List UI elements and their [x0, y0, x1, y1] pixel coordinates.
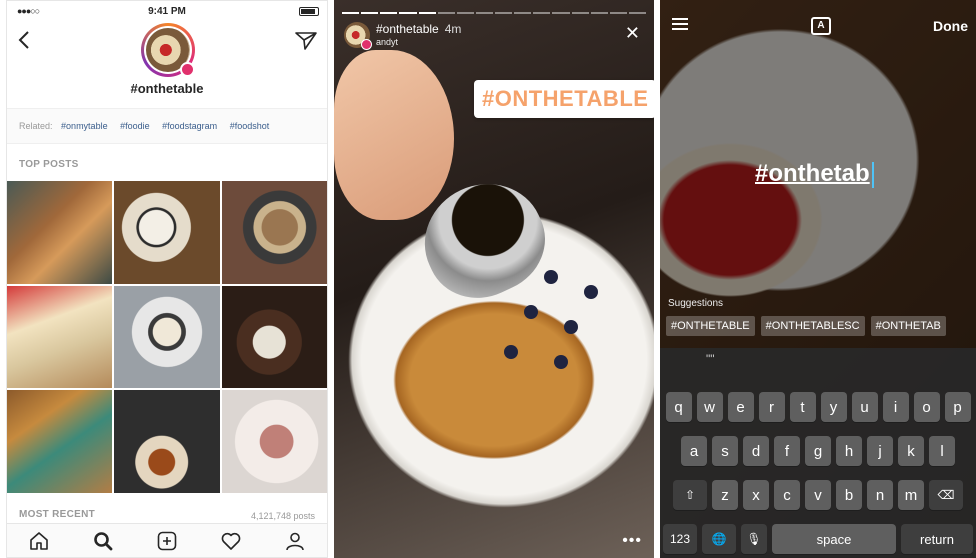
suggestion-chip[interactable]: #ONTHETABLE — [666, 316, 755, 336]
key[interactable]: r — [758, 392, 785, 422]
key[interactable]: t — [789, 392, 816, 422]
home-icon[interactable] — [28, 530, 50, 552]
hashtag-suggestions: #ONTHETABLE #ONTHETABLESC #ONTHETAB — [666, 316, 946, 336]
story-view-screen: #onthetable 4m andyt ✕ #ONTHETABLE ••• — [334, 0, 654, 558]
key[interactable]: g — [805, 436, 831, 466]
globe-icon[interactable]: 🌐 — [702, 524, 736, 554]
text-editor-screen: A Done #onthetab Suggestions #ONTHETABLE… — [660, 0, 976, 558]
post-thumbnail[interactable] — [7, 285, 113, 389]
story-badge-icon — [180, 62, 195, 77]
related-tag[interactable]: #onmytable — [61, 121, 108, 131]
align-menu-icon[interactable] — [672, 18, 688, 30]
post-thumbnail[interactable] — [114, 390, 220, 493]
close-icon[interactable]: ✕ — [625, 24, 640, 42]
key[interactable]: v — [805, 480, 831, 510]
page-title: #onthetable — [130, 81, 204, 96]
typed-text: #onthetab — [755, 160, 870, 187]
post-thumbnail[interactable] — [114, 181, 220, 284]
key[interactable]: b — [836, 480, 862, 510]
status-bar: ●●●○○ 9:41 PM — [7, 1, 327, 21]
key[interactable]: l — [929, 436, 955, 466]
key[interactable]: k — [898, 436, 924, 466]
key[interactable]: x — [743, 480, 769, 510]
key[interactable]: s — [712, 436, 738, 466]
key[interactable]: o — [913, 392, 940, 422]
related-hashtags-bar: Related: #onmytable #foodie #foodstagram… — [7, 108, 327, 144]
done-button[interactable]: Done — [933, 18, 968, 34]
key[interactable]: e — [727, 392, 754, 422]
key[interactable]: y — [820, 392, 847, 422]
related-tag[interactable]: #foodstagram — [162, 121, 217, 131]
key[interactable]: j — [867, 436, 893, 466]
story-header: #onthetable 4m — [376, 22, 461, 36]
post-thumbnail[interactable] — [221, 181, 327, 284]
key[interactable]: q — [665, 392, 692, 422]
key[interactable]: a — [681, 436, 707, 466]
key[interactable]: i — [882, 392, 909, 422]
suggestion-chip[interactable]: #ONTHETAB — [870, 316, 946, 336]
top-posts-grid — [7, 181, 327, 493]
more-options-icon[interactable]: ••• — [622, 532, 642, 550]
hashtag-page-screen: ●●●○○ 9:41 PM #onthetable Related: #onmy… — [6, 0, 328, 558]
status-time: 9:41 PM — [148, 6, 186, 17]
most-recent-heading: MOST RECENT — [19, 509, 96, 520]
search-icon[interactable] — [92, 530, 114, 552]
related-label: Related: — [19, 121, 53, 131]
battery-icon — [299, 7, 319, 16]
keyboard-row-3: ⇧ z x c v b n m ⌫ — [660, 480, 976, 510]
suggestions-label: Suggestions — [668, 298, 724, 309]
story-age: 4m — [444, 22, 462, 36]
shift-icon[interactable]: ⇧ — [673, 480, 707, 510]
key[interactable]: u — [851, 392, 878, 422]
post-thumbnail[interactable] — [221, 285, 327, 389]
key[interactable]: n — [867, 480, 893, 510]
key[interactable]: h — [836, 436, 862, 466]
top-posts-heading: TOP POSTS — [19, 159, 79, 170]
key[interactable]: d — [743, 436, 769, 466]
story-avatar[interactable] — [344, 22, 372, 50]
post-thumbnail[interactable] — [7, 390, 113, 493]
related-tag[interactable]: #foodie — [120, 121, 150, 131]
predictive-text[interactable]: "" — [706, 352, 715, 366]
direct-send-icon[interactable] — [295, 31, 317, 51]
key[interactable]: p — [944, 392, 971, 422]
key[interactable]: c — [774, 480, 800, 510]
hashtag-story-avatar[interactable] — [141, 23, 195, 77]
heart-icon[interactable] — [220, 530, 242, 552]
hashtag-sticker[interactable]: #ONTHETABLE — [474, 80, 654, 118]
add-post-icon[interactable] — [156, 530, 178, 552]
numbers-key[interactable]: 123 — [663, 524, 697, 554]
back-icon[interactable] — [17, 29, 31, 56]
keyboard-row-4: 123 🌐 🎙 space return — [660, 524, 976, 554]
profile-icon[interactable] — [284, 530, 306, 552]
font-style-button[interactable]: A — [811, 17, 831, 35]
suggestion-chip[interactable]: #ONTHETABLESC — [760, 316, 865, 336]
key[interactable]: z — [712, 480, 738, 510]
story-photo-berries — [484, 250, 624, 390]
bottom-tab-bar — [7, 523, 327, 557]
backspace-icon[interactable]: ⌫ — [929, 480, 963, 510]
post-count: 4,121,748 posts — [250, 511, 315, 521]
post-thumbnail[interactable] — [7, 181, 113, 284]
story-progress-bar — [342, 12, 646, 14]
story-photo-hand — [334, 50, 454, 220]
text-input[interactable]: #onthetab — [755, 160, 874, 188]
microphone-icon[interactable]: 🎙 — [741, 524, 767, 554]
key[interactable]: m — [898, 480, 924, 510]
post-thumbnail[interactable] — [221, 390, 327, 493]
post-thumbnail[interactable] — [114, 285, 220, 389]
space-key[interactable]: space — [772, 524, 896, 554]
keyboard-row-2: a s d f g h j k l — [660, 436, 976, 466]
story-username[interactable]: #onthetable — [376, 22, 439, 36]
text-caret — [871, 161, 874, 188]
keyboard: "" q w e r t y u i o p a s d f g h j k l… — [660, 348, 976, 558]
related-tag[interactable]: #foodshot — [230, 121, 270, 131]
keyboard-row-1: q w e r t y u i o p — [660, 392, 976, 422]
key[interactable]: f — [774, 436, 800, 466]
return-key[interactable]: return — [901, 524, 973, 554]
story-author[interactable]: andyt — [376, 37, 398, 47]
key[interactable]: w — [696, 392, 723, 422]
